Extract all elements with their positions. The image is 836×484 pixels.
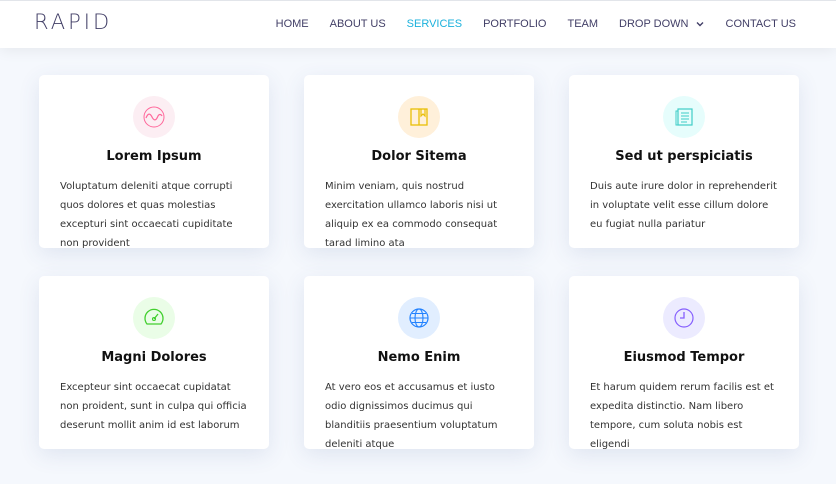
nav-label: HOME	[275, 18, 309, 30]
clock-icon	[674, 308, 694, 328]
services-section: Lorem Ipsum Voluptatum deleniti atque co…	[0, 48, 836, 484]
nav-label: PORTFOLIO	[483, 18, 547, 30]
icon-badge	[133, 297, 175, 339]
nav-services[interactable]: SERVICES	[407, 18, 462, 30]
icon-badge	[133, 96, 175, 138]
card-title: Nemo Enim	[377, 350, 461, 365]
card-title: Magni Dolores	[101, 350, 207, 365]
service-card[interactable]: Dolor Sitema Minim veniam, quis nostrud …	[304, 75, 534, 249]
paper-icon	[675, 108, 693, 126]
nav-contact-us[interactable]: CONTACT US	[726, 18, 797, 30]
card-description: Et harum quidem rerum facilis est et exp…	[590, 382, 774, 450]
card-title: Sed ut perspiciatis	[615, 149, 753, 164]
icon-badge	[663, 96, 705, 138]
service-card[interactable]: Lorem Ipsum Voluptatum deleniti atque co…	[39, 75, 269, 249]
nav-home[interactable]: HOME	[276, 18, 309, 30]
card-description: Voluptatum deleniti atque corrupti quos …	[60, 181, 233, 249]
speedometer-icon	[144, 308, 164, 325]
main-nav: HOME ABOUT US SERVICES PORTFOLIO TEAM DR…	[276, 18, 796, 30]
nav-label: DROP DOWN	[619, 18, 689, 30]
nav-label: ABOUT US	[329, 18, 386, 30]
nav-label: SERVICES	[406, 18, 463, 30]
logo[interactable]: RAPID	[34, 10, 112, 34]
card-title: Eiusmod Tempor	[623, 350, 745, 365]
nav-label: TEAM	[567, 18, 599, 30]
nav-portfolio[interactable]: PORTFOLIO	[483, 18, 546, 30]
globe-icon	[409, 308, 429, 328]
service-card[interactable]: Nemo Enim At vero eos et accusamus et iu…	[304, 276, 534, 450]
card-title: Dolor Sitema	[371, 149, 467, 164]
activity-icon	[143, 106, 165, 128]
nav-team[interactable]: TEAM	[567, 18, 598, 30]
card-description: At vero eos et accusamus et iusto odio d…	[325, 382, 498, 450]
nav-drop-down[interactable]: DROP DOWN	[619, 18, 704, 30]
card-description: Excepteur sint occaecat cupidatat non pr…	[60, 382, 247, 431]
icon-badge	[398, 297, 440, 339]
icon-badge	[663, 297, 705, 339]
service-card[interactable]: Magni Dolores Excepteur sint occaecat cu…	[39, 276, 269, 449]
nav-about-us[interactable]: ABOUT US	[330, 18, 386, 30]
icon-badge	[398, 96, 440, 138]
service-card[interactable]: Sed ut perspiciatis Duis aute irure dolo…	[569, 75, 799, 248]
bookmark-icon	[410, 108, 428, 126]
site-header: RAPID HOME ABOUT US SERVICES PORTFOLIO T…	[0, 0, 836, 48]
card-title: Lorem Ipsum	[106, 149, 202, 164]
nav-label: CONTACT US	[725, 18, 797, 30]
chevron-down-icon	[696, 22, 703, 27]
service-card[interactable]: Eiusmod Tempor Et harum quidem rerum fac…	[569, 276, 799, 450]
card-description: Minim veniam, quis nostrud exercitation …	[325, 181, 498, 249]
card-description: Duis aute irure dolor in reprehenderit i…	[590, 181, 777, 230]
